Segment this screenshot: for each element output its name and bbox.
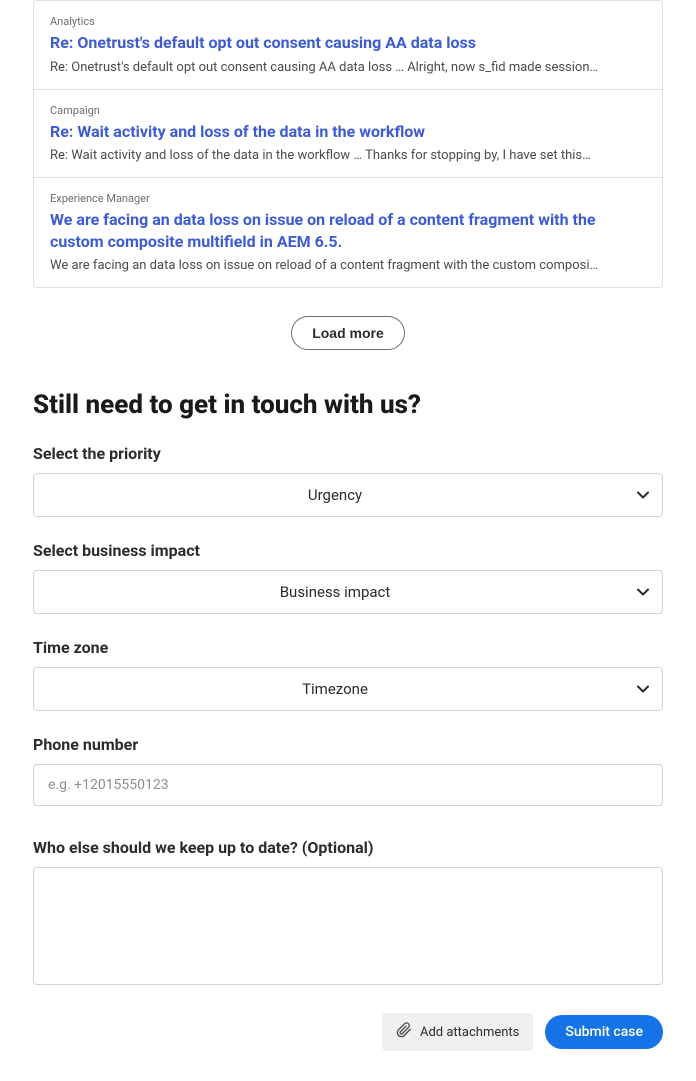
priority-select[interactable]: Urgency	[33, 473, 663, 517]
load-more-button[interactable]: Load more	[291, 316, 405, 350]
priority-field-group: Select the priority Urgency	[33, 444, 663, 517]
paperclip-icon	[396, 1022, 412, 1042]
phone-label: Phone number	[33, 735, 663, 754]
timezone-label: Time zone	[33, 638, 663, 657]
result-snippet: We are facing an data loss on issue on r…	[50, 258, 646, 273]
phone-field-group: Phone number	[33, 735, 663, 806]
add-attachments-button[interactable]: Add attachments	[382, 1013, 533, 1051]
timezone-select[interactable]: Timezone	[33, 667, 663, 711]
result-item[interactable]: Experience Manager We are facing an data…	[34, 178, 662, 287]
cc-field-group: Who else should we keep up to date? (Opt…	[33, 838, 663, 989]
impact-field-group: Select business impact Business impact	[33, 541, 663, 614]
actions-row: Add attachments Submit case	[33, 1013, 663, 1051]
contact-form: Still need to get in touch with us? Sele…	[33, 390, 663, 989]
result-title: We are facing an data loss on issue on r…	[50, 209, 646, 252]
result-category: Analytics	[50, 15, 646, 28]
result-title: Re: Onetrust's default opt out consent c…	[50, 32, 646, 54]
result-item[interactable]: Analytics Re: Onetrust's default opt out…	[34, 1, 662, 90]
results-list: Analytics Re: Onetrust's default opt out…	[33, 0, 663, 288]
result-snippet: Re: Onetrust's default opt out consent c…	[50, 60, 646, 75]
impact-label: Select business impact	[33, 541, 663, 560]
impact-select[interactable]: Business impact	[33, 570, 663, 614]
submit-button[interactable]: Submit case	[545, 1015, 663, 1049]
priority-select-wrap: Urgency	[33, 473, 663, 517]
result-item[interactable]: Campaign Re: Wait activity and loss of t…	[34, 90, 662, 179]
impact-select-wrap: Business impact	[33, 570, 663, 614]
attach-label: Add attachments	[420, 1025, 519, 1040]
timezone-field-group: Time zone Timezone	[33, 638, 663, 711]
priority-label: Select the priority	[33, 444, 663, 463]
timezone-select-wrap: Timezone	[33, 667, 663, 711]
load-more-wrap: Load more	[0, 316, 696, 350]
section-heading: Still need to get in touch with us?	[33, 390, 663, 420]
result-title: Re: Wait activity and loss of the data i…	[50, 121, 646, 143]
result-category: Campaign	[50, 104, 646, 117]
cc-input[interactable]	[33, 867, 663, 985]
cc-label: Who else should we keep up to date? (Opt…	[33, 838, 663, 857]
phone-input[interactable]	[33, 764, 663, 806]
result-snippet: Re: Wait activity and loss of the data i…	[50, 148, 646, 163]
result-category: Experience Manager	[50, 192, 646, 205]
